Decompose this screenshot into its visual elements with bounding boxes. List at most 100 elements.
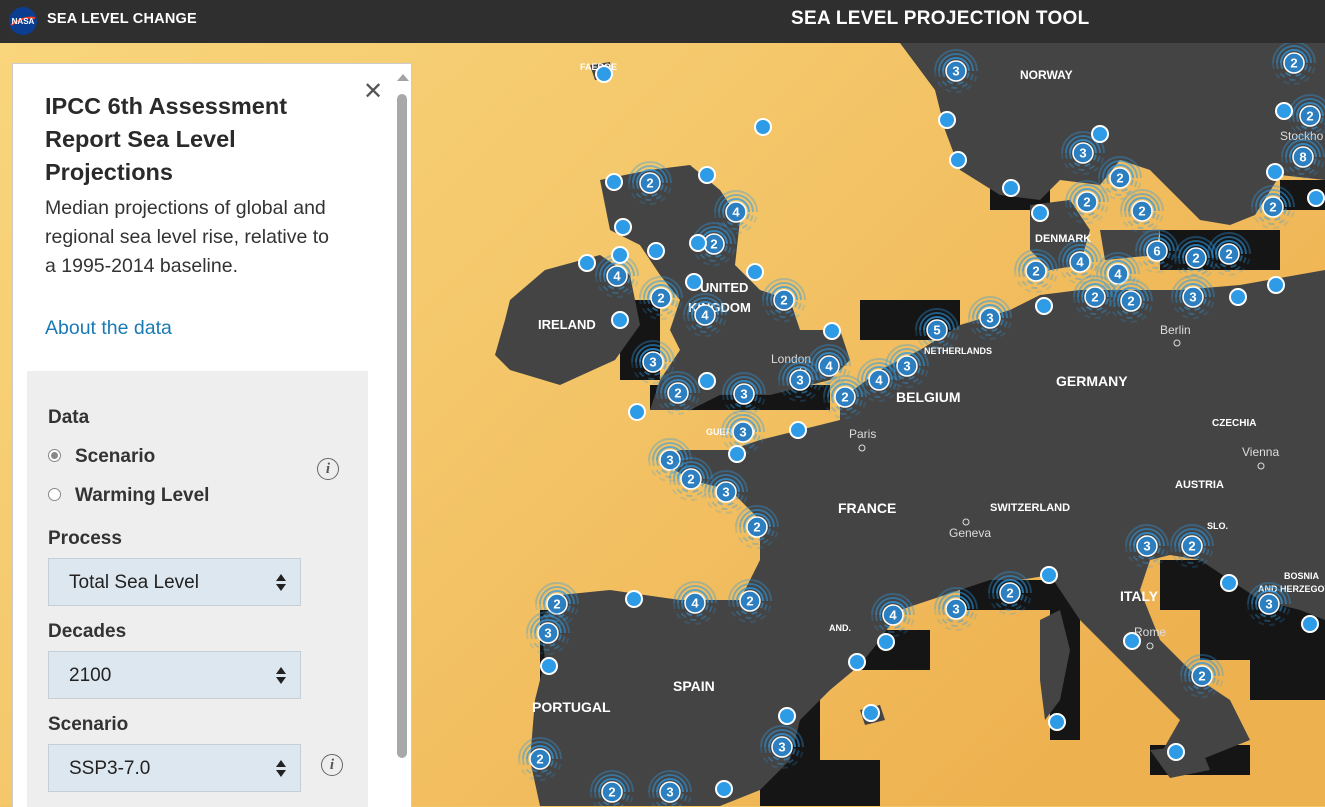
tide-gauge-marker[interactable] — [1275, 102, 1293, 120]
label-belgium: BELGIUM — [896, 389, 961, 405]
scenario-info-icon[interactable]: i — [321, 754, 343, 776]
cluster-count: 2 — [780, 293, 787, 308]
cluster-count: 8 — [1299, 150, 1306, 165]
tide-gauge-marker[interactable] — [689, 234, 707, 252]
cluster-count: 2 — [1306, 109, 1313, 124]
tide-gauge-marker[interactable] — [1048, 713, 1066, 731]
tide-gauge-marker[interactable] — [1031, 204, 1049, 222]
cluster-count: 2 — [553, 597, 560, 612]
label-vienna: Vienna — [1242, 445, 1279, 459]
cluster-count: 4 — [732, 205, 740, 220]
cluster-count: 3 — [1079, 146, 1086, 161]
cluster-count: 4 — [1114, 267, 1122, 282]
tide-gauge-marker[interactable] — [848, 653, 866, 671]
cluster-count: 3 — [952, 64, 959, 79]
tide-gauge-marker[interactable] — [540, 657, 558, 675]
cluster-count: 2 — [841, 390, 848, 405]
tide-gauge-marker[interactable] — [1220, 574, 1238, 592]
tide-gauge-marker[interactable] — [1123, 632, 1141, 650]
tide-gauge-marker[interactable] — [595, 65, 613, 83]
tide-gauge-marker[interactable] — [1229, 288, 1247, 306]
label-germany: GERMANY — [1056, 373, 1128, 389]
tide-gauge-marker[interactable] — [605, 173, 623, 191]
tide-gauge-marker[interactable] — [728, 445, 746, 463]
cluster-count: 2 — [1006, 586, 1013, 601]
data-info-icon[interactable]: i — [317, 458, 339, 480]
tide-gauge-marker[interactable] — [698, 372, 716, 390]
cluster-count: 2 — [1269, 200, 1276, 215]
tide-gauge-marker[interactable] — [628, 403, 646, 421]
decades-select-value: 2100 — [69, 665, 112, 686]
tide-gauge-marker[interactable] — [1167, 743, 1185, 761]
cluster-count: 2 — [1138, 204, 1145, 219]
tide-gauge-marker[interactable] — [1091, 125, 1109, 143]
nasa-logo-text: NASA — [12, 17, 35, 26]
label-spain: SPAIN — [673, 678, 715, 694]
tide-gauge-marker[interactable] — [1266, 163, 1284, 181]
tide-gauge-marker[interactable] — [823, 322, 841, 340]
cluster-count: 3 — [952, 602, 959, 617]
process-select-value: Total Sea Level — [69, 572, 199, 593]
cluster-count: 3 — [1189, 290, 1196, 305]
top-bar: NASA SEA LEVEL CHANGE SEA LEVEL PROJECTI… — [0, 0, 1325, 43]
scenario-radio-label[interactable]: Scenario — [75, 446, 155, 468]
process-select[interactable]: Total Sea Level — [48, 558, 301, 606]
tide-gauge-marker[interactable] — [789, 421, 807, 439]
tide-gauge-marker[interactable] — [746, 263, 764, 281]
cluster-count: 5 — [933, 323, 940, 338]
panel-scrollbar[interactable] — [395, 72, 409, 772]
tide-gauge-marker[interactable] — [1040, 566, 1058, 584]
about-data-link[interactable]: About the data — [45, 317, 172, 340]
scroll-up-arrow[interactable] — [397, 74, 409, 81]
tide-gauge-marker[interactable] — [685, 273, 703, 291]
cluster-count: 2 — [536, 752, 543, 767]
tide-gauge-marker[interactable] — [1267, 276, 1285, 294]
tide-gauge-marker[interactable] — [1307, 189, 1325, 207]
tide-gauge-marker[interactable] — [778, 707, 796, 725]
cluster-count: 2 — [1083, 195, 1090, 210]
scenario-select-value: SSP3-7.0 — [69, 758, 151, 779]
cluster-count: 2 — [1188, 539, 1195, 554]
scenario-select[interactable]: SSP3-7.0 — [48, 744, 301, 792]
tide-gauge-marker[interactable] — [578, 254, 596, 272]
warming-level-radio-label[interactable]: Warming Level — [75, 485, 209, 507]
cluster-count: 2 — [674, 386, 681, 401]
tide-gauge-marker[interactable] — [647, 242, 665, 260]
tide-gauge-marker[interactable] — [877, 633, 895, 651]
site-title[interactable]: SEA LEVEL CHANGE — [47, 11, 197, 27]
tide-gauge-marker[interactable] — [1301, 615, 1319, 633]
scrollbar-thumb[interactable] — [397, 94, 407, 758]
tide-gauge-marker[interactable] — [1002, 179, 1020, 197]
tide-gauge-marker[interactable] — [611, 246, 629, 264]
tide-gauge-marker[interactable] — [698, 166, 716, 184]
cluster-count: 2 — [710, 237, 717, 252]
tide-gauge-marker[interactable] — [938, 111, 956, 129]
panel-description: Median projections of global and regiona… — [45, 197, 329, 277]
cluster-count: 3 — [740, 387, 747, 402]
panel-title: IPCC 6th Assessment Report Sea Level Pro… — [45, 93, 288, 185]
label-slo: SLO. — [1207, 521, 1228, 531]
cluster-count: 2 — [1225, 247, 1232, 262]
cluster-count: 2 — [1198, 669, 1205, 684]
tide-gauge-marker[interactable] — [715, 780, 733, 798]
tide-gauge-marker[interactable] — [1035, 297, 1053, 315]
cluster-count: 6 — [1153, 244, 1160, 259]
label-austria: AUSTRIA — [1175, 479, 1224, 491]
nasa-logo[interactable]: NASA — [8, 6, 38, 36]
cluster-count: 2 — [646, 176, 653, 191]
warming-level-radio[interactable] — [48, 488, 61, 501]
tide-gauge-marker[interactable] — [611, 311, 629, 329]
label-switzerland: SWITZERLAND — [990, 502, 1070, 514]
cluster-count: 3 — [1143, 539, 1150, 554]
cluster-count: 3 — [666, 453, 673, 468]
tide-gauge-marker[interactable] — [949, 151, 967, 169]
tide-gauge-marker[interactable] — [862, 704, 880, 722]
cluster-count: 4 — [701, 308, 709, 323]
tide-gauge-marker[interactable] — [625, 590, 643, 608]
close-panel-button[interactable]: ✕ — [362, 78, 384, 104]
scenario-radio[interactable] — [48, 449, 61, 462]
cluster-count: 4 — [875, 373, 883, 388]
tide-gauge-marker[interactable] — [754, 118, 772, 136]
decades-select[interactable]: 2100 — [48, 651, 301, 699]
tide-gauge-marker[interactable] — [614, 218, 632, 236]
